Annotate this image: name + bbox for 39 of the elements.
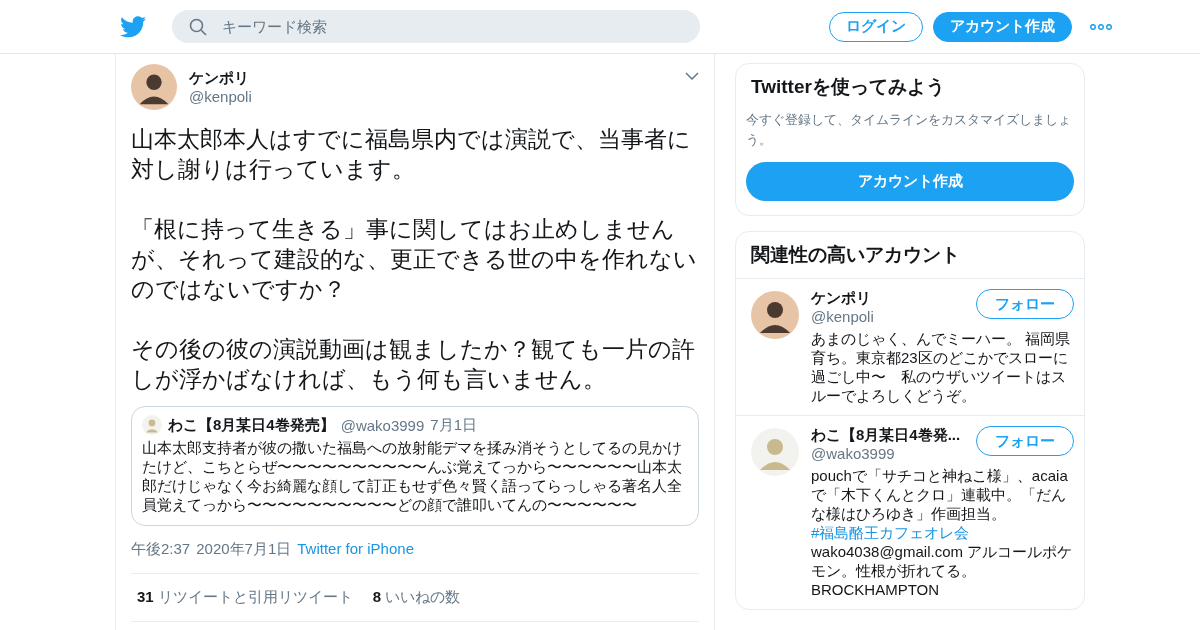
card-title: Twitterを使ってみよう xyxy=(750,75,946,99)
account-name[interactable]: ケンポリ xyxy=(811,289,874,308)
quoted-date: 7月1日 xyxy=(430,415,477,435)
chevron-icon[interactable] xyxy=(685,72,699,80)
account-bio: あまのじゃく、んでミーハー。 福岡県育ち。東京都23区のどこかでスローに過ごし中〜 私のウザいツイートはスルーでよろしくどうぞ。 xyxy=(811,329,1072,405)
quoted-author-handle: @wako3999 xyxy=(340,416,425,434)
account-bio: pouchで「サチコと神ねこ様」、acaiaで「木下くんとクロ」連載中。「だんな様はひろゆき」作画担当。 #福島酪王カフェオレ会 wako4038@gmail.com アルコールポケモン。性根が折れてる。 BROCKHAMPTON xyxy=(811,466,1074,599)
card-text: 今すぐ登録して、タイムラインをカスタマイズしましょう。 xyxy=(746,111,1072,149)
follow-button[interactable]: フォロー xyxy=(976,426,1074,456)
signup-button[interactable]: アカウント作成 xyxy=(746,162,1074,201)
avatar-icon xyxy=(131,64,177,110)
account-name[interactable]: わこ【8月某日4巻発... xyxy=(811,426,961,445)
search-icon xyxy=(189,18,207,36)
avatar-icon xyxy=(751,291,799,339)
tweet-text: 山本太郎本人はすでに福島県内では演説で、当事者に対し謝りは行っています。 xyxy=(131,125,692,184)
signup-button[interactable]: アカウント作成 xyxy=(933,11,1072,42)
account-handle[interactable]: @wako3999 xyxy=(811,445,961,462)
tweet-date: 2020年7月1日 xyxy=(196,540,292,559)
card-title: 関連性の高いアカウント xyxy=(750,243,961,267)
quoted-tweet[interactable]: わこ【8月某日4巻発売】 @wako3999 7月1日 山本太郎支持者が彼の撒いた福島への放射能デマを揉み消そうとしてるの見かけたけど、こちとらぜ〜〜〜〜〜〜〜〜〜〜んぶ覚えてっから〜〜〜〜〜〜山本太郎だけじゃなく今お綺麗な顔して訂正もせず色々賢く語ってらっしゃる著名人全員覚えてっから〜〜〜〜〜〜〜〜〜〜どの顔で誰叩いてんの〜〜〜〜〜〜 xyxy=(131,406,699,526)
author-handle[interactable]: @kenpoli xyxy=(189,88,673,105)
quoted-author-name: わこ【8月某日4巻発売】 xyxy=(168,415,335,435)
more-icon[interactable] xyxy=(1090,23,1112,30)
login-button[interactable]: ログイン xyxy=(829,11,923,42)
search-field[interactable]: キーワード検索 xyxy=(172,10,700,43)
tweet-text: その後の彼の演説動画は観ましたか？観ても一片の許しが浮かばなければ、もう何も言いません。 xyxy=(131,335,696,394)
bird-logo-icon[interactable] xyxy=(120,15,146,38)
hashtag-link[interactable]: #福島酪王カフェオレ会 xyxy=(811,524,970,541)
quoted-text: 山本太郎支持者が彼の撒いた福島への放射能デマを揉み消そうとしてるの見かけたけど、こちとらぜ〜〜〜〜〜〜〜〜〜〜んぶ覚えてっから〜〜〜〜〜〜山本太郎だけじゃなく今お綺麗な顔して訂正もせず色々賢く語ってらっしゃる著名人全員覚えてっから〜〜〜〜〜〜〜〜〜〜どの顔で誰叩いてんの〜〜〜〜〜〜 xyxy=(142,439,683,515)
tweet-text: 「根に持って生きる」事に関してはお止めしませんが、それって建設的な、更正できる世の中を作れないのではないですか？ xyxy=(131,215,698,304)
stat-link[interactable]: 8 いいねの数 xyxy=(372,588,461,607)
source-link[interactable]: Twitter for iPhone xyxy=(297,540,414,559)
author-name[interactable]: ケンポリ xyxy=(189,69,673,88)
stat-link[interactable]: 31 リツイートと引用リツイート xyxy=(137,588,353,607)
account-handle[interactable]: @kenpoli xyxy=(811,308,874,325)
follow-button[interactable]: フォロー xyxy=(976,289,1074,319)
tweet-time: 午後2:37 xyxy=(131,540,191,559)
avatar-icon xyxy=(751,428,799,476)
avatar-icon xyxy=(142,415,162,435)
